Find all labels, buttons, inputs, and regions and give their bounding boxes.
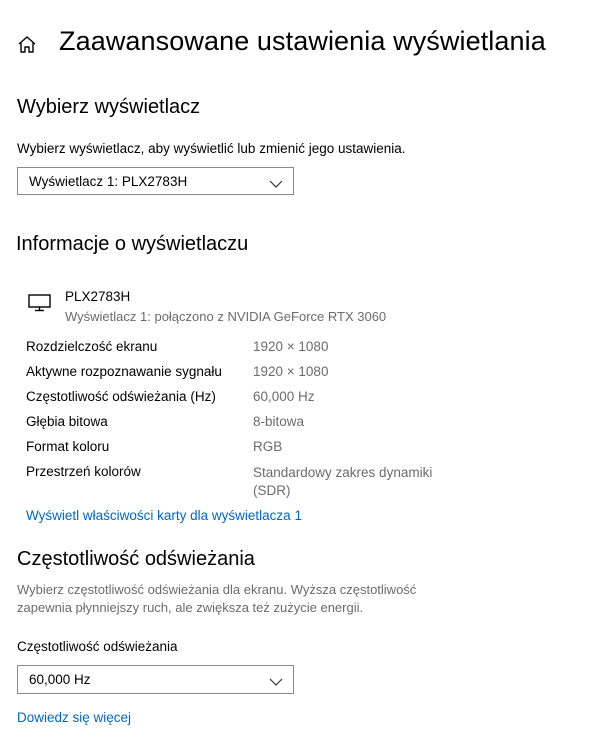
adapter-properties-link[interactable]: Wyświetl właściwości karty dla wyświetla…	[26, 508, 302, 523]
info-value-refresh-rate: 60,000 Hz	[253, 389, 315, 404]
info-value-resolution: 1920 × 1080	[253, 339, 329, 354]
info-value-color-format: RGB	[253, 439, 283, 454]
refresh-rate-heading: Częstotliwość odświeżania	[17, 548, 255, 570]
info-value-active-signal: 1920 × 1080	[253, 364, 329, 379]
refresh-rate-dropdown[interactable]: 60,000 Hz	[17, 665, 294, 694]
monitor-icon	[28, 294, 52, 312]
refresh-rate-description: Wybierz częstotliwość odświeżania dla ek…	[17, 582, 417, 615]
advanced-display-settings-page: Zaawansowane ustawienia wyświetlania Wyb…	[0, 0, 606, 748]
home-icon[interactable]	[16, 34, 38, 56]
info-label-color-space: Przestrzeń kolorów	[26, 464, 141, 479]
display-info-heading: Informacje o wyświetlaczu	[16, 233, 249, 255]
monitor-name: PLX2783H	[65, 289, 131, 304]
learn-more-link[interactable]: Dowiedz się więcej	[17, 710, 131, 725]
page-title: Zaawansowane ustawienia wyświetlania	[59, 26, 546, 56]
info-value-bit-depth: 8-bitowa	[253, 414, 305, 429]
display-select-dropdown[interactable]: Wyświetlacz 1: PLX2783H	[17, 167, 294, 195]
monitor-subtitle: Wyświetlacz 1: połączono z NVIDIA GeForc…	[65, 309, 387, 324]
info-value-color-space: Standardowy zakres dynamiki (SDR)	[253, 465, 433, 498]
info-label-resolution: Rozdzielczość ekranu	[26, 339, 158, 354]
info-label-active-signal: Aktywne rozpoznawanie sygnału	[26, 364, 222, 379]
refresh-rate-value: 60,000 Hz	[29, 672, 91, 687]
info-label-color-format: Format koloru	[26, 439, 110, 454]
select-display-description: Wybierz wyświetlacz, aby wyświetlić lub …	[17, 141, 406, 156]
select-display-heading: Wybierz wyświetlacz	[17, 96, 201, 118]
refresh-rate-dropdown-label: Częstotliwość odświeżania	[17, 639, 178, 654]
info-label-refresh-rate: Częstotliwość odświeżania (Hz)	[26, 389, 216, 404]
info-label-bit-depth: Głębia bitowa	[26, 414, 108, 429]
chevron-down-icon	[269, 674, 283, 686]
display-select-value: Wyświetlacz 1: PLX2783H	[29, 174, 188, 189]
chevron-down-icon	[269, 176, 283, 188]
